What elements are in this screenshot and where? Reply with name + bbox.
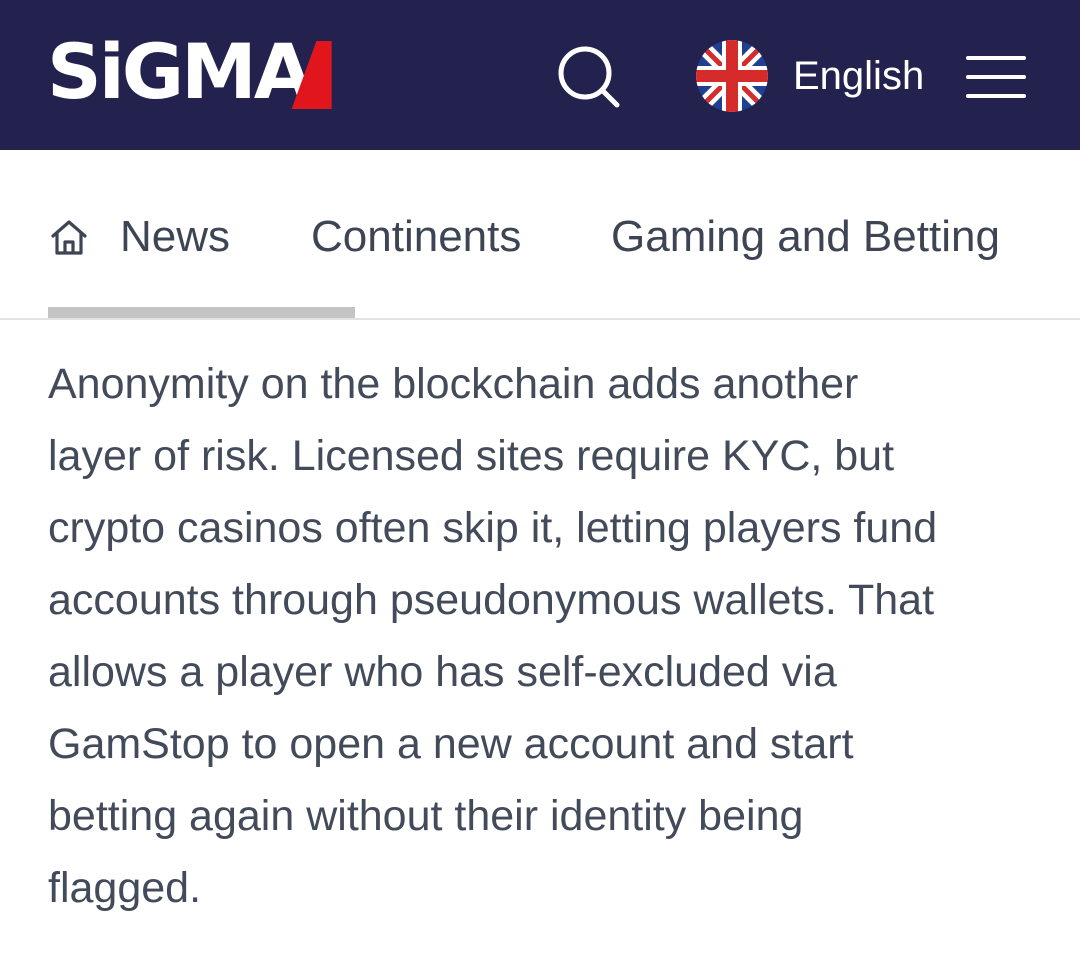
article-line: crypto casinos often skip it, letting pl… — [48, 504, 938, 552]
article-line: flagged. — [48, 864, 202, 912]
nav-item-label: Continents — [311, 212, 522, 261]
home-icon — [51, 220, 87, 255]
menu-bar — [966, 94, 1026, 98]
article-line: Anonymity on the blockchain adds another — [48, 360, 859, 408]
article-line: layer of risk. Licensed sites require KY… — [48, 432, 895, 480]
search-icon — [558, 46, 620, 108]
nav-divider — [0, 318, 1080, 320]
article-line: allows a player who has self-excluded vi… — [48, 648, 837, 696]
nav-item-label: News — [120, 212, 231, 261]
article-line: GamStop to open a new account and start — [48, 720, 854, 768]
category-nav: News Continents Gaming and Betting — [0, 150, 1080, 320]
logo-text: SiGMA — [47, 27, 313, 116]
language-label: English — [793, 54, 925, 98]
site-header: SiGMA English — [0, 0, 1080, 150]
uk-flag-icon — [696, 40, 768, 112]
nav-item-continents[interactable]: Continents — [311, 212, 521, 262]
search-button[interactable] — [556, 44, 622, 110]
sigma-logo[interactable]: SiGMA — [47, 30, 332, 114]
nav-active-indicator — [48, 307, 355, 318]
menu-bar — [966, 56, 1026, 60]
menu-bar — [966, 75, 1026, 79]
nav-item-news[interactable]: News — [48, 212, 230, 262]
language-selector[interactable]: English — [696, 40, 924, 112]
menu-button[interactable] — [966, 56, 1026, 98]
nav-item-label: Gaming and Betting — [611, 212, 1000, 261]
article-line: accounts through pseudonymous wallets. T… — [48, 576, 935, 624]
article-line: betting again without their identity bei… — [48, 792, 804, 840]
nav-item-gaming-and-betting[interactable]: Gaming and Betting — [611, 212, 1000, 262]
article-paragraph: Anonymity on the blockchain adds another… — [48, 348, 1048, 924]
